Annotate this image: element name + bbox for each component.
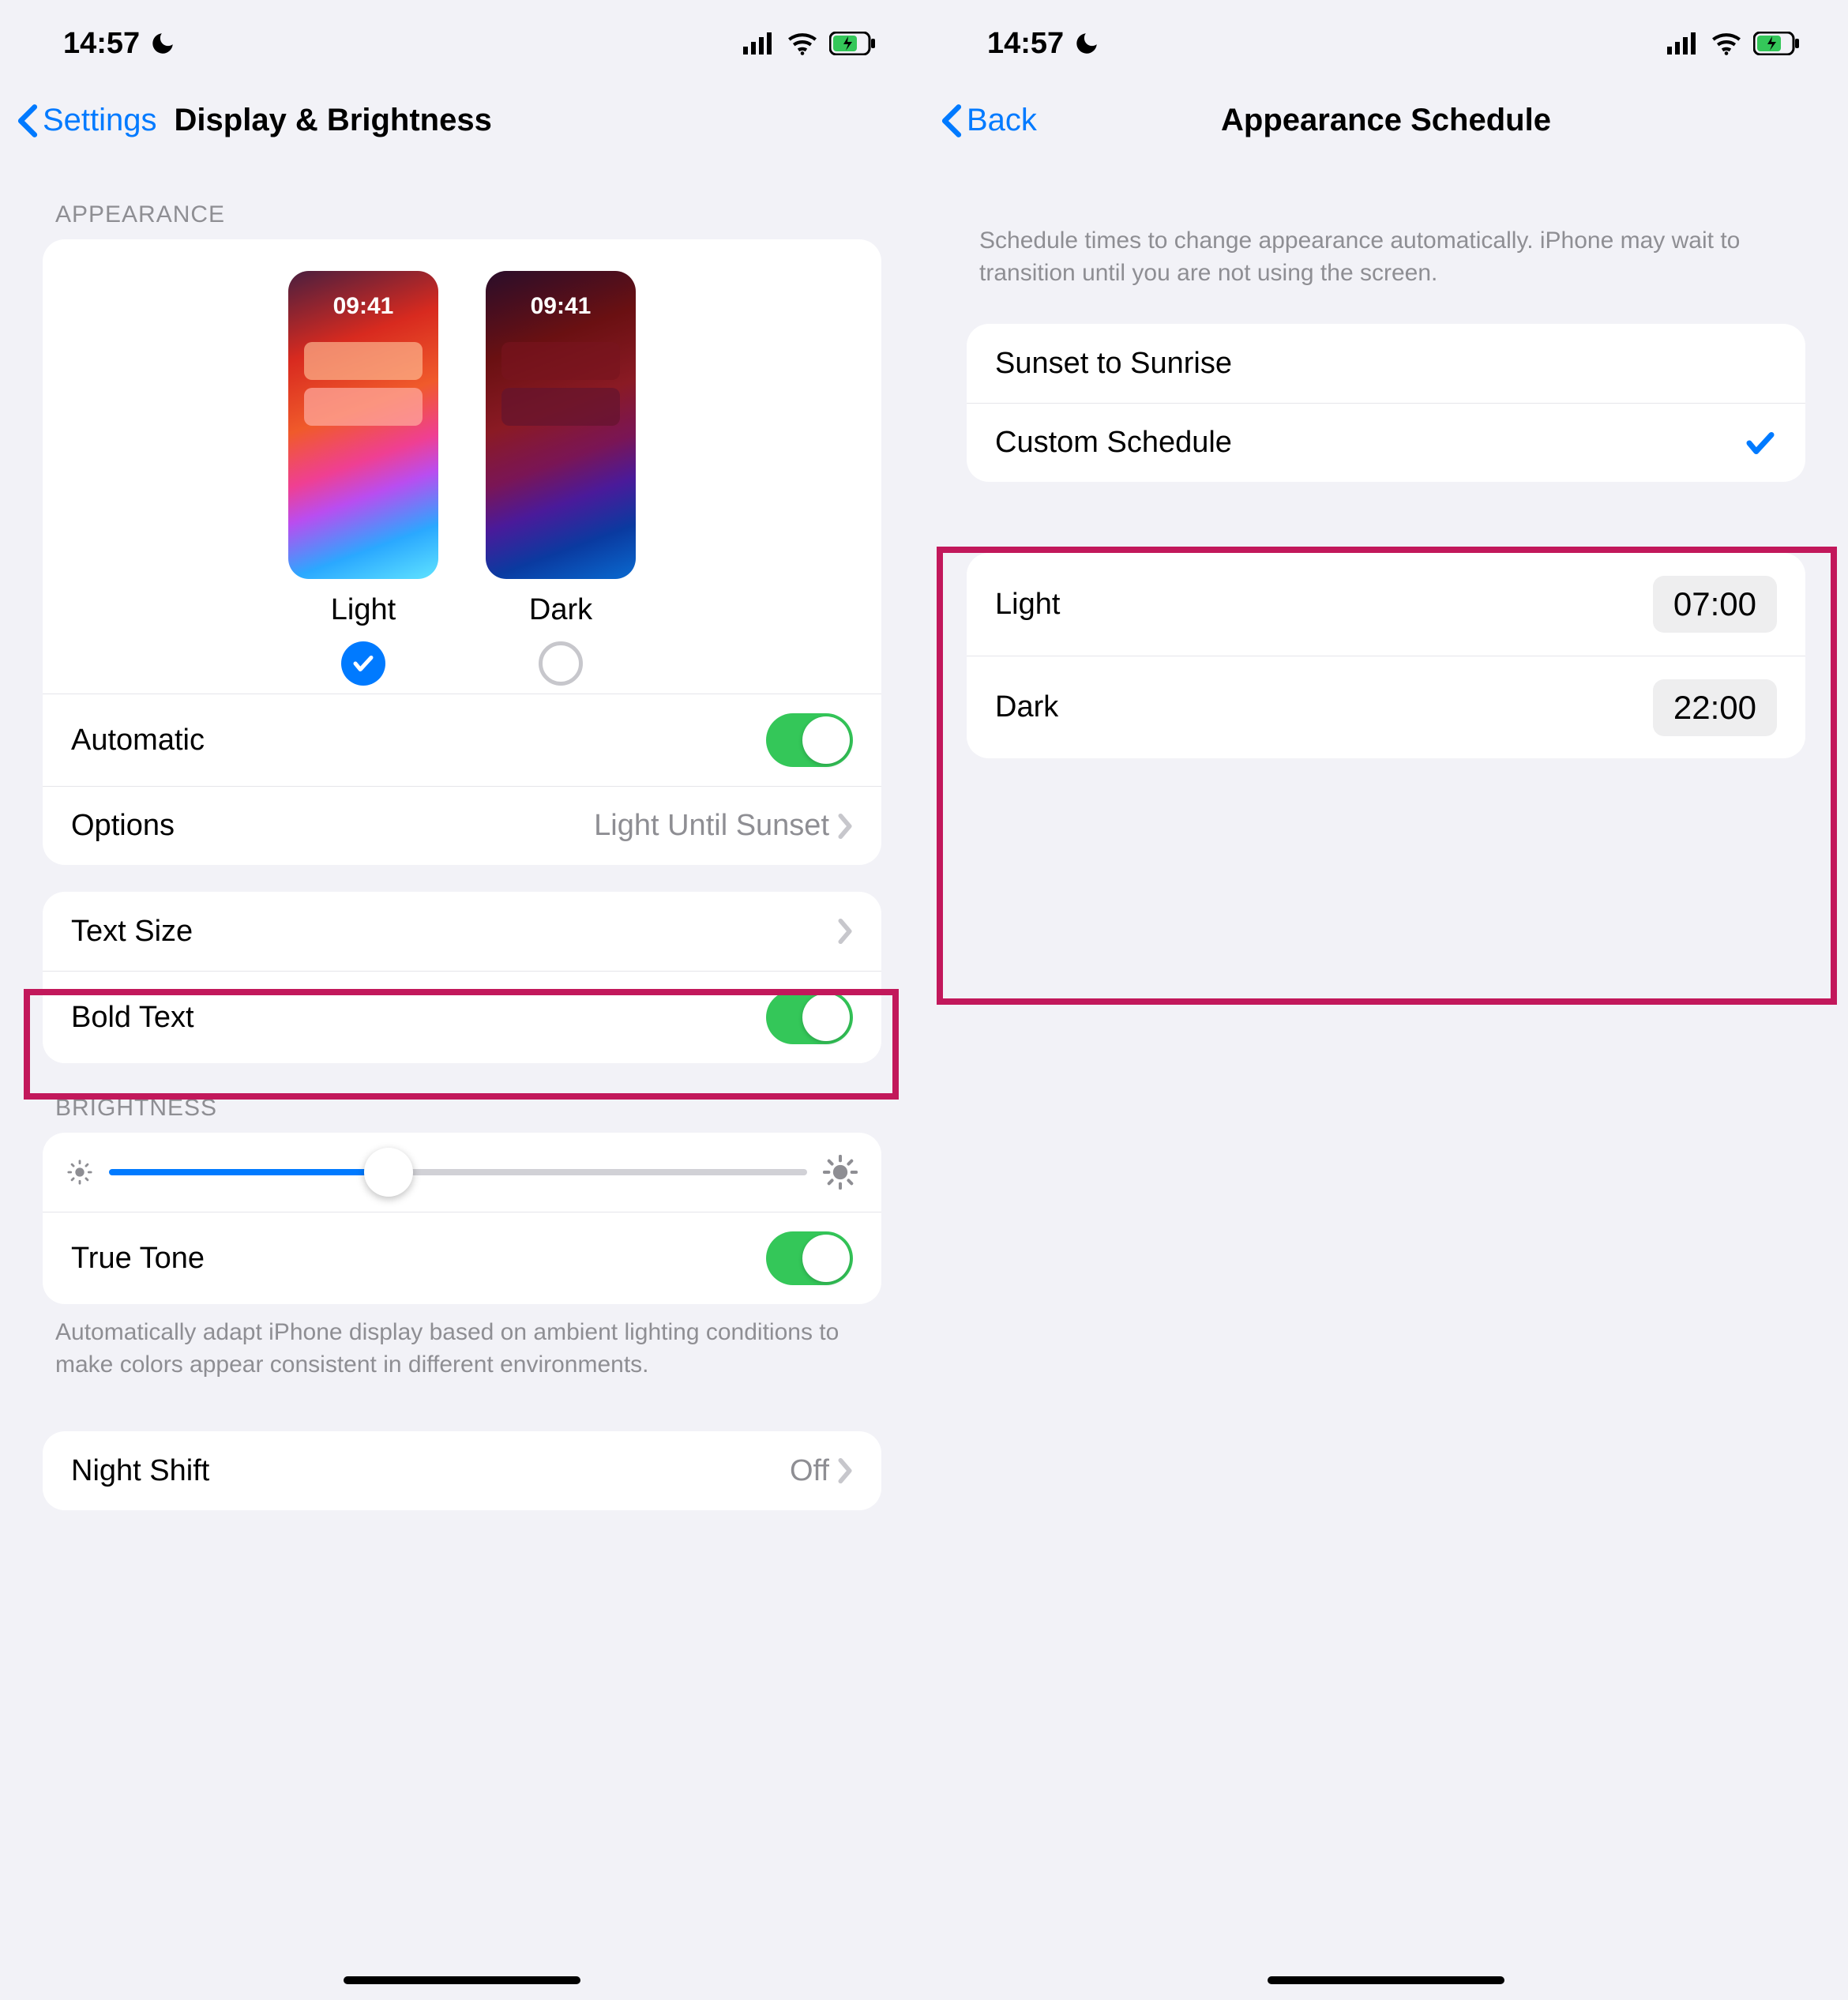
- light-time-label: Light: [995, 588, 1653, 622]
- light-time-row[interactable]: Light 07:00: [967, 553, 1805, 656]
- dark-time-value[interactable]: 22:00: [1653, 679, 1777, 736]
- night-shift-label: Night Shift: [71, 1454, 790, 1488]
- appearance-header: APPEARANCE: [0, 170, 924, 239]
- bold-text-row: Bold Text: [43, 971, 881, 1063]
- appearance-light-option[interactable]: 09:41 Light: [288, 271, 438, 686]
- moon-icon: [1073, 30, 1100, 57]
- light-label: Light: [331, 593, 396, 627]
- status-time: 14:57: [63, 27, 140, 61]
- appearance-dark-option[interactable]: 09:41 Dark: [486, 271, 636, 686]
- dark-time-row[interactable]: Dark 22:00: [967, 656, 1805, 758]
- sun-low-icon: [66, 1159, 93, 1186]
- dark-radio[interactable]: [539, 641, 583, 686]
- page-title: Appearance Schedule: [1221, 103, 1551, 138]
- schedule-intro: Schedule times to change appearance auto…: [924, 170, 1848, 297]
- true-tone-row: True Tone: [43, 1212, 881, 1304]
- true-tone-label: True Tone: [71, 1242, 766, 1276]
- custom-schedule-label: Custom Schedule: [995, 426, 1744, 460]
- automatic-row: Automatic: [43, 694, 881, 786]
- custom-schedule-row[interactable]: Custom Schedule: [967, 403, 1805, 482]
- status-bar: 14:57: [924, 0, 1848, 87]
- night-shift-row[interactable]: Night Shift Off: [43, 1431, 881, 1510]
- nav-bar: Settings Display & Brightness: [0, 87, 924, 170]
- back-label: Back: [967, 103, 1037, 138]
- check-icon: [1744, 427, 1777, 460]
- brightness-slider[interactable]: [109, 1169, 807, 1175]
- sun-high-icon: [823, 1155, 858, 1190]
- chevron-right-icon: [837, 813, 853, 840]
- text-size-label: Text Size: [71, 915, 837, 949]
- chevron-right-icon: [837, 918, 853, 945]
- options-value: Light Until Sunset: [594, 809, 829, 843]
- light-time-value[interactable]: 07:00: [1653, 576, 1777, 633]
- moon-icon: [149, 30, 176, 57]
- bold-text-toggle[interactable]: [766, 991, 853, 1044]
- brightness-slider-row: [43, 1133, 881, 1212]
- bold-text-label: Bold Text: [71, 1001, 766, 1035]
- cellular-icon: [1666, 32, 1700, 55]
- home-indicator: [1268, 1976, 1504, 1984]
- slider-thumb[interactable]: [364, 1148, 413, 1197]
- back-label: Settings: [43, 103, 157, 138]
- battery-icon: [829, 32, 877, 55]
- battery-icon: [1753, 32, 1801, 55]
- back-button[interactable]: Settings: [16, 103, 157, 138]
- sunset-row[interactable]: Sunset to Sunrise: [967, 324, 1805, 403]
- wifi-icon: [1711, 32, 1742, 55]
- status-bar: 14:57: [0, 0, 924, 87]
- options-row[interactable]: Options Light Until Sunset: [43, 786, 881, 865]
- home-indicator: [344, 1976, 580, 1984]
- chevron-left-icon: [16, 103, 39, 138]
- options-label: Options: [71, 809, 594, 843]
- back-button[interactable]: Back: [940, 103, 1037, 138]
- preview-time: 09:41: [288, 293, 438, 320]
- automatic-toggle[interactable]: [766, 713, 853, 767]
- true-tone-toggle[interactable]: [766, 1231, 853, 1285]
- brightness-header: BRIGHTNESS: [0, 1063, 924, 1133]
- appearance-group: 09:41 Light 09:41 Dark Automatic: [43, 239, 881, 865]
- light-radio[interactable]: [341, 641, 385, 686]
- page-title: Display & Brightness: [175, 103, 492, 138]
- chevron-left-icon: [940, 103, 963, 138]
- preview-time: 09:41: [486, 293, 636, 320]
- schedule-times-group: Light 07:00 Dark 22:00: [967, 553, 1805, 758]
- chevron-right-icon: [837, 1457, 853, 1484]
- night-shift-group: Night Shift Off: [43, 1431, 881, 1510]
- dark-preview: 09:41: [486, 271, 636, 579]
- cellular-icon: [742, 32, 776, 55]
- light-preview: 09:41: [288, 271, 438, 579]
- automatic-label: Automatic: [71, 724, 766, 758]
- dark-label: Dark: [529, 593, 592, 627]
- text-group: Text Size Bold Text: [43, 892, 881, 1063]
- wifi-icon: [787, 32, 818, 55]
- brightness-footer: Automatically adapt iPhone display based…: [0, 1304, 924, 1389]
- night-shift-value: Off: [790, 1454, 829, 1488]
- brightness-group: True Tone: [43, 1133, 881, 1304]
- sunset-label: Sunset to Sunrise: [995, 347, 1777, 381]
- dark-time-label: Dark: [995, 690, 1653, 724]
- text-size-row[interactable]: Text Size: [43, 892, 881, 971]
- schedule-type-group: Sunset to Sunrise Custom Schedule: [967, 324, 1805, 482]
- nav-bar: Back Appearance Schedule: [924, 87, 1848, 170]
- status-time: 14:57: [987, 27, 1064, 61]
